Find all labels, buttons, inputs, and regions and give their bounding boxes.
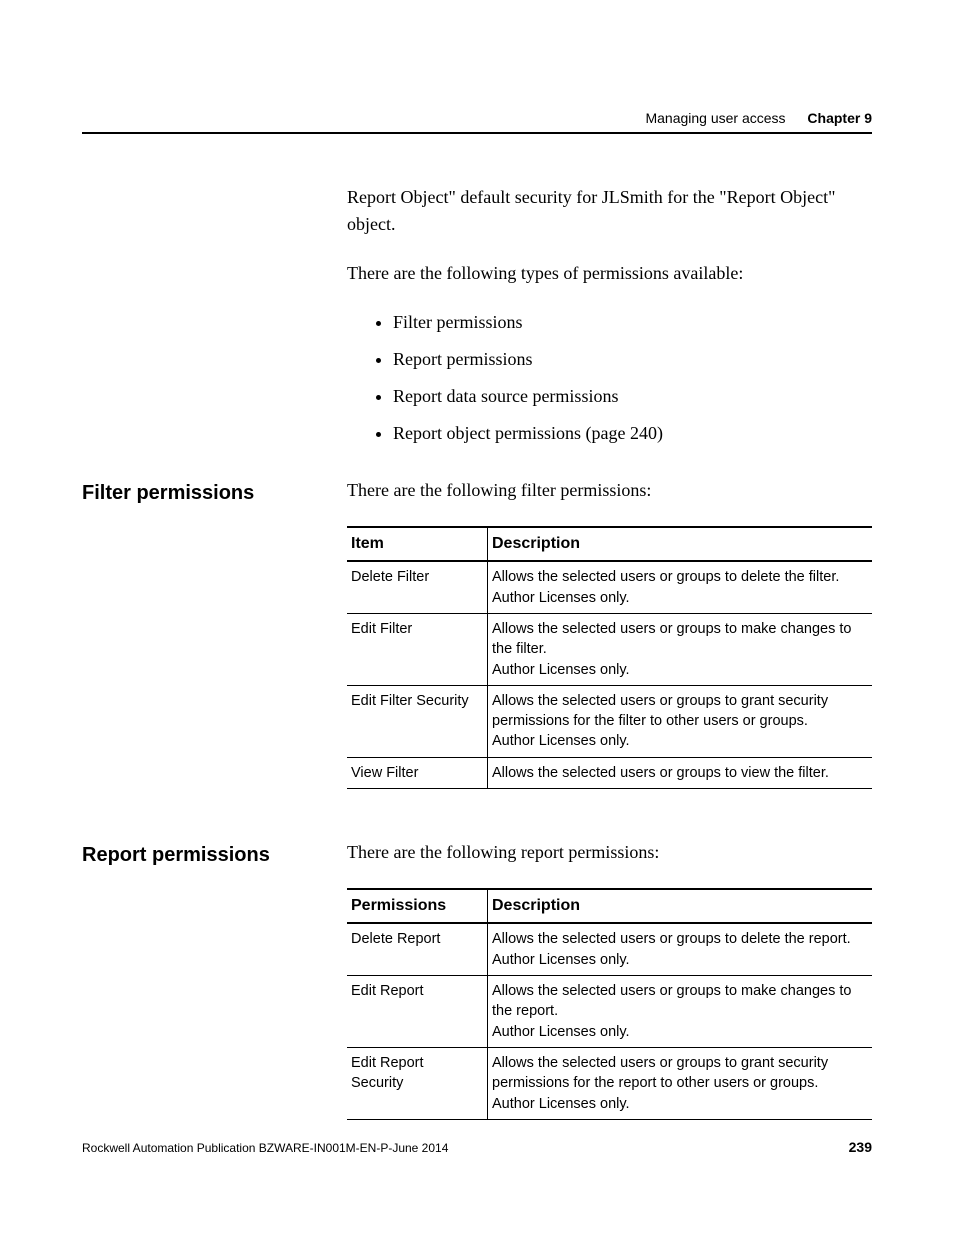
footer-page-number: 239 (849, 1139, 872, 1155)
list-item: Filter permissions (393, 309, 872, 336)
table-header-row: Item Description (347, 527, 872, 561)
table-header-row: Permissions Description (347, 889, 872, 923)
cell-desc: Allows the selected users or groups to v… (488, 757, 873, 788)
col-permissions: Permissions (347, 889, 488, 923)
cell-desc: Allows the selected users or groups to m… (488, 613, 873, 685)
filter-permissions-section: Filter permissions There are the followi… (82, 477, 872, 839)
filter-permissions-content: There are the following filter permissio… (347, 477, 872, 839)
main-content: Report Object" default security for JLSm… (82, 184, 872, 1170)
intro-side (82, 184, 347, 188)
list-item: Report data source permissions (393, 383, 872, 410)
col-item: Item (347, 527, 488, 561)
report-permissions-lead: There are the following report permissio… (347, 839, 872, 866)
cell-item: Edit Filter Security (347, 685, 488, 757)
header-chapter: Chapter 9 (807, 110, 872, 126)
footer-publication: Rockwell Automation Publication BZWARE-I… (82, 1141, 448, 1155)
header-section: Managing user access (645, 110, 785, 126)
page-header: Managing user access Chapter 9 (82, 110, 872, 134)
intro-row: Report Object" default security for JLSm… (82, 184, 872, 477)
cell-item: View Filter (347, 757, 488, 788)
table-row: Edit Report Security Allows the selected… (347, 1047, 872, 1119)
table-row: Edit Report Allows the selected users or… (347, 976, 872, 1048)
cell-desc: Allows the selected users or groups to g… (488, 1047, 873, 1119)
page: Managing user access Chapter 9 Report Ob… (0, 0, 954, 1235)
report-permissions-content: There are the following report permissio… (347, 839, 872, 1170)
table-row: Delete Filter Allows the selected users … (347, 561, 872, 613)
cell-item: Edit Filter (347, 613, 488, 685)
cell-item: Delete Filter (347, 561, 488, 613)
cell-desc: Allows the selected users or groups to d… (488, 923, 873, 975)
filter-permissions-lead: There are the following filter permissio… (347, 477, 872, 504)
col-description: Description (488, 889, 873, 923)
cell-desc: Allows the selected users or groups to d… (488, 561, 873, 613)
section-heading-filter: Filter permissions (82, 477, 347, 505)
permissions-types-list: Filter permissions Report permissions Re… (347, 309, 872, 447)
report-permissions-table: Permissions Description Delete Report Al… (347, 888, 872, 1120)
table-row: Edit Filter Security Allows the selected… (347, 685, 872, 757)
report-permissions-section: Report permissions There are the followi… (82, 839, 872, 1170)
cell-desc: Allows the selected users or groups to g… (488, 685, 873, 757)
cell-item: Edit Report (347, 976, 488, 1048)
section-heading-report: Report permissions (82, 839, 347, 867)
table-row: View Filter Allows the selected users or… (347, 757, 872, 788)
table-row: Delete Report Allows the selected users … (347, 923, 872, 975)
table-row: Edit Filter Allows the selected users or… (347, 613, 872, 685)
filter-permissions-table: Item Description Delete Filter Allows th… (347, 526, 872, 789)
page-footer: Rockwell Automation Publication BZWARE-I… (82, 1139, 872, 1155)
list-item: Report object permissions (page 240) (393, 420, 872, 447)
list-item: Report permissions (393, 346, 872, 373)
cell-item: Edit Report Security (347, 1047, 488, 1119)
cell-item: Delete Report (347, 923, 488, 975)
intro-para-1: Report Object" default security for JLSm… (347, 184, 872, 238)
intro-para-2: There are the following types of permiss… (347, 260, 872, 287)
intro-content: Report Object" default security for JLSm… (347, 184, 872, 477)
cell-desc: Allows the selected users or groups to m… (488, 976, 873, 1048)
col-description: Description (488, 527, 873, 561)
